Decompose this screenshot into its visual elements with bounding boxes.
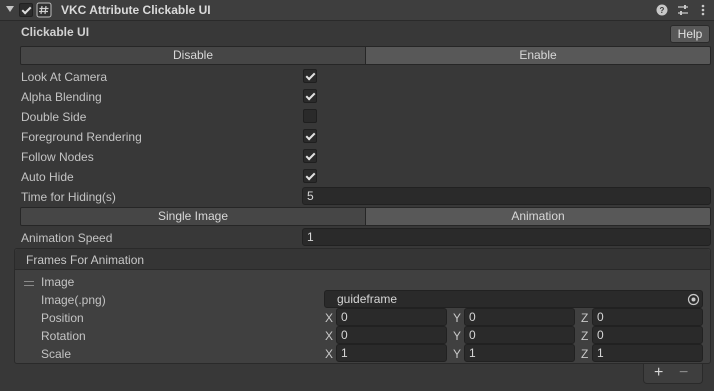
scale-x-axis-label: X (325, 347, 334, 361)
scale-z-field[interactable]: 1 (592, 344, 703, 362)
help-circle-icon[interactable]: ? (655, 3, 669, 17)
rotation-y-axis-label: Y (453, 329, 462, 343)
position-z-field[interactable]: 0 (592, 308, 703, 326)
foldout-arrow-icon[interactable] (6, 6, 14, 12)
script-hash-icon (36, 2, 52, 18)
foreground-rendering-checkbox[interactable] (303, 129, 317, 143)
help-button[interactable]: Help (670, 25, 710, 43)
look-at-camera-checkbox[interactable] (303, 69, 317, 83)
scale-y-field[interactable]: 1 (464, 344, 575, 362)
enable-button[interactable]: Enable (365, 47, 710, 64)
double-side-checkbox[interactable] (303, 109, 317, 123)
section-title: Clickable UI (21, 25, 90, 39)
position-y-field[interactable]: 0 (464, 308, 575, 326)
rotation-x-field[interactable]: 0 (336, 326, 447, 344)
list-add-remove-controls: + − (643, 364, 703, 384)
follow-nodes-checkbox[interactable] (303, 149, 317, 163)
frames-list-header: Frames For Animation (15, 249, 710, 270)
position-label: Position (41, 311, 84, 325)
image-object-field[interactable]: guideframe (324, 290, 703, 308)
frame-item-title: Image (41, 275, 75, 289)
rotation-z-axis-label: Z (581, 329, 589, 343)
position-x-axis-label: X (325, 311, 334, 325)
position-y-axis-label: Y (453, 311, 462, 325)
position-z-axis-label: Z (581, 311, 589, 325)
auto-hide-checkbox[interactable] (303, 169, 317, 183)
preset-sliders-icon[interactable] (676, 3, 690, 17)
enable-disable-toggle: Disable Enable (20, 46, 711, 65)
rotation-x-axis-label: X (325, 329, 334, 343)
time-for-hiding-field[interactable]: 5 (302, 187, 711, 205)
image-png-label: Image(.png) (41, 293, 106, 307)
option-label-alpha-blending: Alpha Blending (21, 90, 102, 104)
remove-element-button[interactable]: − (679, 364, 688, 382)
option-label-look-at-camera: Look At Camera (21, 70, 108, 84)
animation-speed-label: Animation Speed (21, 231, 113, 245)
more-options-kebab-icon[interactable] (696, 3, 710, 17)
alpha-blending-checkbox[interactable] (303, 89, 317, 103)
mode-toggle: Single Image Animation (20, 207, 711, 226)
position-x-field[interactable]: 0 (336, 308, 447, 326)
add-element-button[interactable]: + (654, 364, 663, 382)
option-label-foreground-rendering: Foreground Rendering (21, 130, 142, 144)
single-image-button[interactable]: Single Image (21, 208, 365, 225)
component-title: VKC Attribute Clickable UI (61, 3, 211, 17)
animation-speed-field[interactable]: 1 (302, 228, 711, 246)
option-label-double-side: Double Side (21, 110, 87, 124)
drag-handle-icon[interactable] (24, 281, 34, 286)
object-picker-icon[interactable] (687, 293, 700, 306)
option-label-auto-hide: Auto Hide (21, 170, 74, 184)
scale-label: Scale (41, 347, 72, 361)
component-header: VKC Attribute Clickable UI ? (0, 0, 714, 21)
rotation-label: Rotation (41, 329, 86, 343)
rotation-z-field[interactable]: 0 (592, 326, 703, 344)
time-for-hiding-label: Time for Hiding(s) (21, 190, 116, 204)
scale-y-axis-label: Y (453, 347, 462, 361)
svg-text:?: ? (660, 6, 665, 15)
frames-list-title: Frames For Animation (26, 253, 145, 267)
scale-z-axis-label: Z (581, 347, 589, 361)
component-enabled-checkbox[interactable] (19, 3, 33, 17)
animation-button[interactable]: Animation (365, 208, 710, 225)
disable-button[interactable]: Disable (21, 47, 365, 64)
option-label-follow-nodes: Follow Nodes (21, 150, 94, 164)
rotation-y-field[interactable]: 0 (464, 326, 575, 344)
scale-x-field[interactable]: 1 (336, 344, 447, 362)
